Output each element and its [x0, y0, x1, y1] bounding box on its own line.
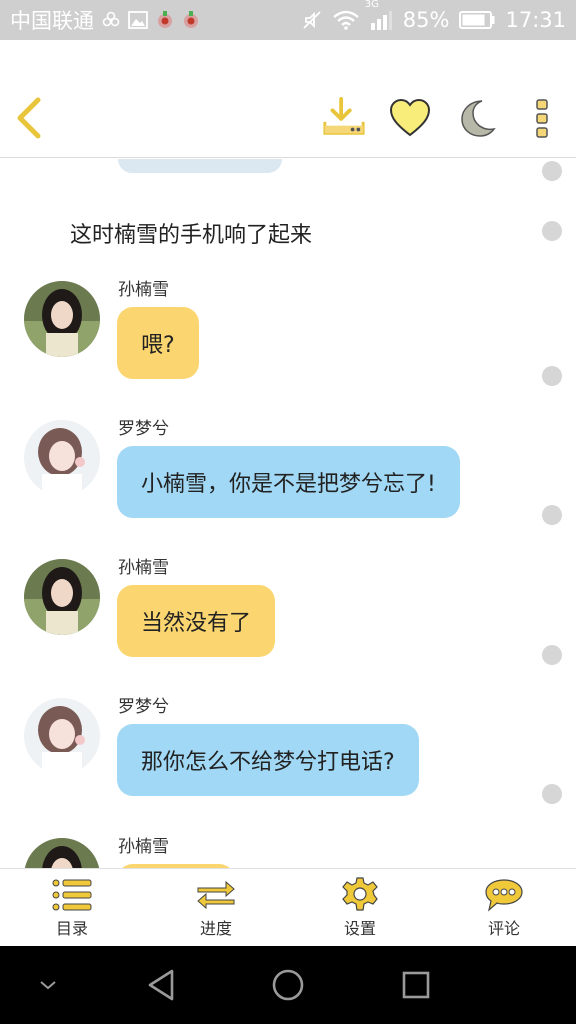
- status-bar: 中国联通 3G 85% 17:31: [0, 0, 576, 40]
- comment-icon: [484, 877, 524, 913]
- scroll-dot: [542, 505, 562, 525]
- toolbar-catalog[interactable]: 目录: [0, 869, 144, 946]
- mute-icon: [301, 9, 323, 31]
- network-type-label: 3G: [364, 0, 379, 10]
- more-vertical-icon[interactable]: [520, 96, 564, 140]
- sender-name: 孙楠雪: [118, 837, 169, 857]
- chat-message: 罗梦兮 小楠雪，你是不是把梦兮忘了!: [0, 419, 576, 550]
- scroll-dot: [542, 161, 562, 181]
- avatar[interactable]: [24, 281, 100, 357]
- app-notification-icon: [156, 10, 174, 30]
- clock: 17:31: [505, 8, 566, 32]
- chat-list[interactable]: 这时楠雪的手机响了起来 孙楠雪 喂? 罗梦兮 小楠雪，你是不是把梦兮忘了! 孙楠…: [0, 159, 576, 868]
- image-notification-icon: [128, 11, 148, 29]
- chat-message: 罗梦兮 那你怎么不给梦兮打电话?: [0, 697, 576, 828]
- system-nav-bar: [0, 946, 576, 1024]
- toolbar-settings[interactable]: 设置: [288, 869, 432, 946]
- avatar[interactable]: [24, 559, 100, 635]
- flower-notification-icon: [102, 11, 120, 29]
- partial-message-bubble: [118, 159, 282, 173]
- message-bubble[interactable]: 小楠雪，你是不是把梦兮忘了!: [117, 446, 460, 518]
- chat-message: 孙楠雪: [0, 837, 576, 868]
- signal-icon: 3G: [365, 0, 393, 31]
- chat-message: 孙楠雪 喂?: [0, 280, 576, 411]
- toolbar-label: 目录: [55, 918, 88, 938]
- toolbar-label: 设置: [343, 918, 376, 938]
- avatar[interactable]: [24, 838, 100, 868]
- toolbar-label: 评论: [487, 918, 520, 938]
- scroll-indicator: [542, 159, 562, 868]
- gear-icon: [340, 876, 380, 913]
- scroll-dot: [542, 221, 562, 241]
- bottom-toolbar: 目录 进度 设置 评论: [0, 868, 576, 946]
- nav-home-icon[interactable]: [270, 966, 306, 1004]
- chat-message: 孙楠雪 当然没有了: [0, 558, 576, 689]
- heart-icon[interactable]: [388, 96, 432, 140]
- battery-percent: 85%: [402, 8, 450, 32]
- nav-recents-icon[interactable]: [400, 966, 432, 1004]
- avatar[interactable]: [24, 698, 100, 774]
- message-bubble[interactable]: 喂?: [117, 307, 199, 379]
- toolbar-label: 进度: [199, 918, 232, 938]
- download-icon[interactable]: [322, 96, 366, 140]
- message-bubble[interactable]: 那你怎么不给梦兮打电话?: [117, 724, 419, 796]
- message-bubble[interactable]: 当然没有了: [117, 585, 276, 657]
- nav-back-icon[interactable]: [144, 966, 178, 1004]
- narration-text: 这时楠雪的手机响了起来: [70, 223, 313, 248]
- sender-name: 孙楠雪: [118, 280, 169, 300]
- toolbar-progress[interactable]: 进度: [144, 869, 288, 946]
- app-bar: [0, 40, 576, 158]
- moon-icon[interactable]: [454, 96, 498, 140]
- swap-arrows-icon: [196, 877, 236, 913]
- avatar[interactable]: [24, 420, 100, 496]
- list-icon: [52, 877, 92, 913]
- sender-name: 孙楠雪: [118, 558, 169, 578]
- carrier-label: 中国联通: [10, 9, 94, 33]
- sender-name: 罗梦兮: [118, 419, 169, 439]
- back-chevron-icon[interactable]: [12, 96, 48, 140]
- wifi-icon: [333, 10, 359, 30]
- scroll-dot: [542, 784, 562, 804]
- scroll-dot: [542, 645, 562, 665]
- nav-collapse-icon[interactable]: [36, 966, 60, 1004]
- app-root: 中国联通 3G 85% 17:31 这时楠雪的手机响了起来 孙楠雪 喂? 罗梦兮…: [0, 0, 576, 1024]
- app-notification-icon-2: [182, 10, 200, 30]
- sender-name: 罗梦兮: [118, 697, 169, 717]
- battery-icon: [459, 11, 495, 29]
- toolbar-comments[interactable]: 评论: [432, 869, 576, 946]
- scroll-dot: [542, 366, 562, 386]
